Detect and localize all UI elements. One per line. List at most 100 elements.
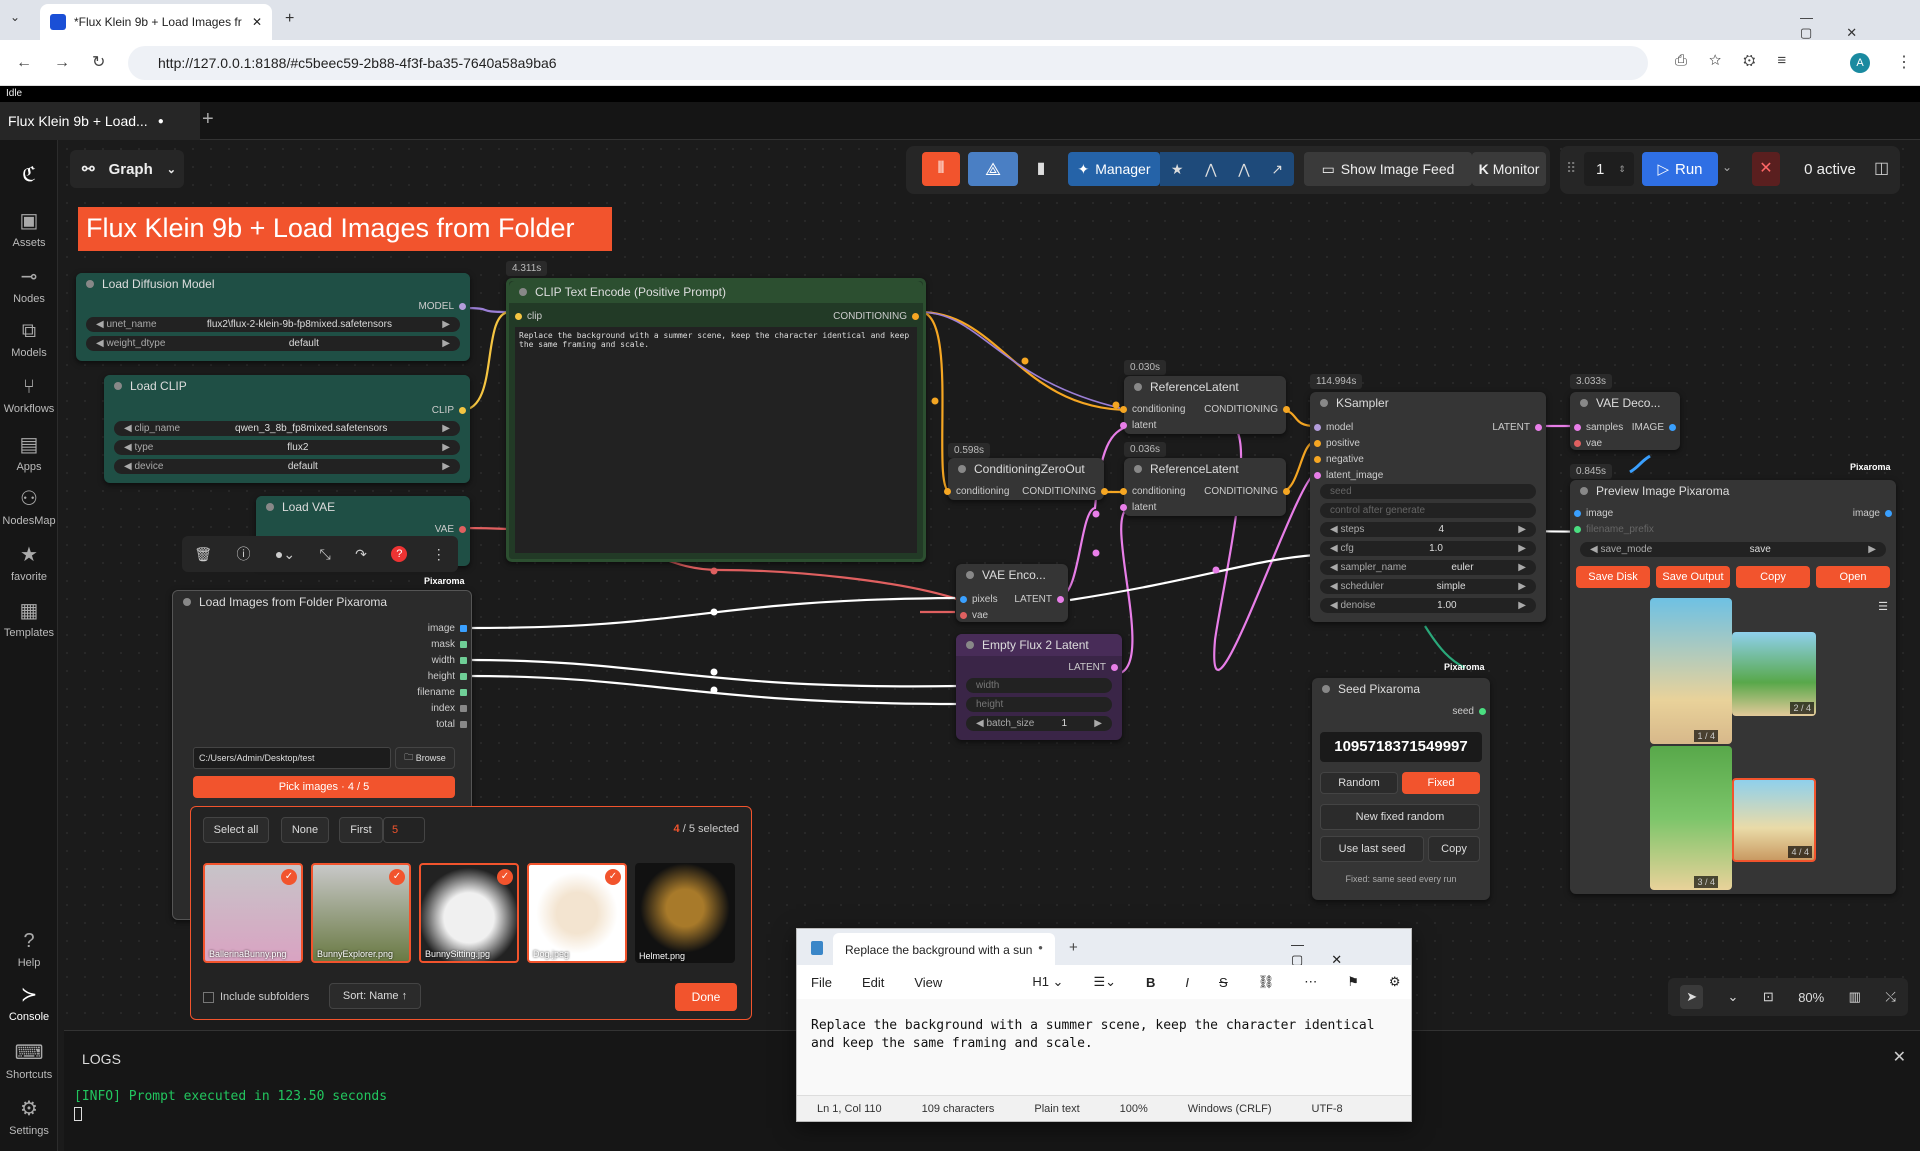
color-icon[interactable]: ●⌄ <box>275 546 295 563</box>
copy-seed-button[interactable]: Copy <box>1428 836 1480 862</box>
node-seed-pixaroma[interactable]: Seed Pixaroma seed 1095718371549997 Rand… <box>1312 678 1490 900</box>
random-button[interactable]: Random <box>1320 772 1398 794</box>
device-widget[interactable]: ◀ device default ▶ <box>114 459 460 474</box>
unet-name-widget[interactable]: ◀ unet_name flux2\flux-2-klein-9b-fp8mixe… <box>86 317 460 332</box>
input-latent[interactable]: latent <box>1120 502 1156 513</box>
input-pixels[interactable]: pixels <box>960 594 998 605</box>
new-tab-button[interactable]: + <box>1069 939 1078 956</box>
input-conditioning[interactable]: conditioning <box>944 486 1009 497</box>
output-index[interactable]: index <box>431 703 467 714</box>
preview-thumb-3[interactable]: 3 / 4 <box>1650 746 1732 890</box>
notepad-text-area[interactable]: Replace the background with a summer sce… <box>811 1017 1401 1053</box>
image-tile-5[interactable]: Helmet.png <box>635 863 735 963</box>
output-model[interactable]: MODEL <box>418 301 466 312</box>
image-tile-3[interactable]: ✓ BunnySitting.jpg <box>419 863 519 963</box>
output-conditioning[interactable]: CONDITIONING <box>833 311 919 322</box>
list-icon[interactable]: ☰⌄ <box>1093 974 1116 990</box>
image-tile-2[interactable]: ✓ BunnyExplorer.png <box>311 863 411 963</box>
menu-edit[interactable]: Edit <box>862 975 884 990</box>
input-filename-prefix[interactable]: filename_prefix <box>1574 524 1654 535</box>
bypass-icon[interactable]: ↷ <box>355 546 367 563</box>
link-icon[interactable]: ⛓ <box>1258 974 1275 990</box>
output-image[interactable]: IMAGE <box>1632 422 1676 433</box>
input-latent[interactable]: latent <box>1120 420 1156 431</box>
node-vae-decode[interactable]: VAE Deco... samples vae IMAGE <box>1570 392 1680 450</box>
trash-icon[interactable]: 🗑 <box>194 546 212 563</box>
more-icon[interactable]: ⋯ <box>1304 974 1317 990</box>
width-widget[interactable]: width <box>966 678 1112 693</box>
node-vae-encode[interactable]: VAE Enco... pixels vae LATENT <box>956 564 1068 622</box>
input-clip[interactable]: clip <box>515 311 542 322</box>
info-icon[interactable]: ⓘ <box>236 544 250 564</box>
control-after-generate-widget[interactable]: control after generate <box>1320 503 1536 518</box>
output-latent[interactable]: LATENT <box>1492 422 1542 433</box>
heading-dropdown[interactable]: H1 ⌄ <box>1032 974 1063 990</box>
output-conditioning[interactable]: CONDITIONING <box>1204 486 1290 497</box>
window-controls[interactable]: —▢✕ <box>1291 937 1411 968</box>
first-n-input[interactable]: 5 <box>383 817 425 843</box>
node-ksampler[interactable]: KSampler model positive negative latent_… <box>1310 392 1546 622</box>
output-conditioning[interactable]: CONDITIONING <box>1204 404 1290 415</box>
output-image[interactable]: image <box>1853 508 1892 519</box>
italic-icon[interactable]: I <box>1185 975 1189 990</box>
output-conditioning[interactable]: CONDITIONING <box>1022 486 1108 497</box>
copilot-icon[interactable]: ⚑ <box>1347 974 1359 990</box>
input-conditioning[interactable]: conditioning <box>1120 486 1185 497</box>
node-reference-latent-2[interactable]: ReferenceLatent conditioning CONDITIONIN… <box>1120 458 1290 516</box>
help-icon[interactable]: ? <box>391 546 408 562</box>
select-all-button[interactable]: Select all <box>203 817 269 843</box>
height-widget[interactable]: height <box>966 697 1112 712</box>
seed-value[interactable]: 1095718371549997 <box>1320 732 1482 762</box>
input-vae[interactable]: vae <box>960 610 988 621</box>
copy-button[interactable]: Copy <box>1736 566 1810 588</box>
more-icon[interactable]: ⋮ <box>432 546 446 563</box>
strikethrough-icon[interactable]: S <box>1219 975 1228 990</box>
preview-thumb-2[interactable]: 2 / 4 <box>1732 632 1816 716</box>
select-none-button[interactable]: None <box>281 817 329 843</box>
cfg-widget[interactable]: ◀ cfg 1.0 ▶ <box>1320 541 1536 556</box>
node-load-diffusion-model[interactable]: Load Diffusion Model MODEL ◀ unet_name fl… <box>76 273 470 361</box>
include-subfolders-checkbox[interactable]: Include subfolders <box>203 991 309 1003</box>
scheduler-widget[interactable]: ◀ scheduler simple ▶ <box>1320 579 1536 594</box>
output-mask[interactable]: mask <box>431 639 467 650</box>
preview-thumb-4[interactable]: 4 / 4 <box>1732 778 1816 862</box>
output-height[interactable]: height <box>428 671 467 682</box>
collapse-icon[interactable]: ⤡ <box>320 546 331 563</box>
close-logs-icon[interactable]: ✕ <box>1893 1047 1906 1067</box>
save-disk-button[interactable]: Save Disk <box>1576 566 1650 588</box>
denoise-widget[interactable]: ◀ denoise 1.00 ▶ <box>1320 598 1536 613</box>
menu-icon[interactable]: ☰ <box>1878 600 1888 613</box>
output-seed[interactable]: seed <box>1452 706 1486 717</box>
clip-name-widget[interactable]: ◀ clip_name qwen_3_8b_fp8mixed.safetensor… <box>114 421 460 436</box>
pick-images-button[interactable]: Pick images · 4 / 5 <box>193 776 455 798</box>
use-last-seed-button[interactable]: Use last seed <box>1320 836 1424 862</box>
bold-icon[interactable]: B <box>1146 975 1155 990</box>
batch-size-widget[interactable]: ◀ batch_size 1 ▶ <box>966 716 1112 731</box>
terminal-cursor[interactable] <box>74 1107 82 1121</box>
save-output-button[interactable]: Save Output <box>1656 566 1730 588</box>
output-vae[interactable]: VAE <box>435 524 466 535</box>
seed-widget[interactable]: seed <box>1320 484 1536 499</box>
sort-button[interactable]: Sort: Name ↑ <box>329 983 421 1009</box>
output-image[interactable]: image <box>428 623 467 634</box>
save-mode-widget[interactable]: ◀ save_mode save ▶ <box>1580 542 1886 557</box>
zoom-level[interactable]: 80% <box>1798 990 1824 1005</box>
node-reference-latent-1[interactable]: ReferenceLatent conditioning CONDITIONIN… <box>1120 376 1290 434</box>
steps-widget[interactable]: ◀ steps 4 ▶ <box>1320 522 1536 537</box>
node-empty-flux2-latent[interactable]: Empty Flux 2 Latent LATENT width height … <box>956 634 1122 740</box>
weight-dtype-widget[interactable]: ◀ weight_dtype default ▶ <box>86 336 460 351</box>
gear-icon[interactable]: ⚙ <box>1389 974 1401 990</box>
node-clip-text-encode[interactable]: CLIP Text Encode (Positive Prompt) clip … <box>506 278 926 562</box>
browse-button[interactable]: 🗀 Browse <box>395 747 455 769</box>
input-image[interactable]: image <box>1574 508 1613 519</box>
chevron-down-icon[interactable]: ⌄ <box>1728 989 1739 1005</box>
notepad-tab[interactable]: Replace the background with a sun ● <box>833 933 1055 965</box>
fixed-button[interactable]: Fixed <box>1402 772 1480 794</box>
output-latent[interactable]: LATENT <box>1014 594 1064 605</box>
output-filename[interactable]: filename <box>417 687 467 698</box>
done-button[interactable]: Done <box>675 983 737 1011</box>
output-total[interactable]: total <box>436 719 467 730</box>
new-fixed-random-button[interactable]: New fixed random <box>1320 804 1480 830</box>
menu-file[interactable]: File <box>811 975 832 990</box>
input-samples[interactable]: samples <box>1574 422 1623 433</box>
